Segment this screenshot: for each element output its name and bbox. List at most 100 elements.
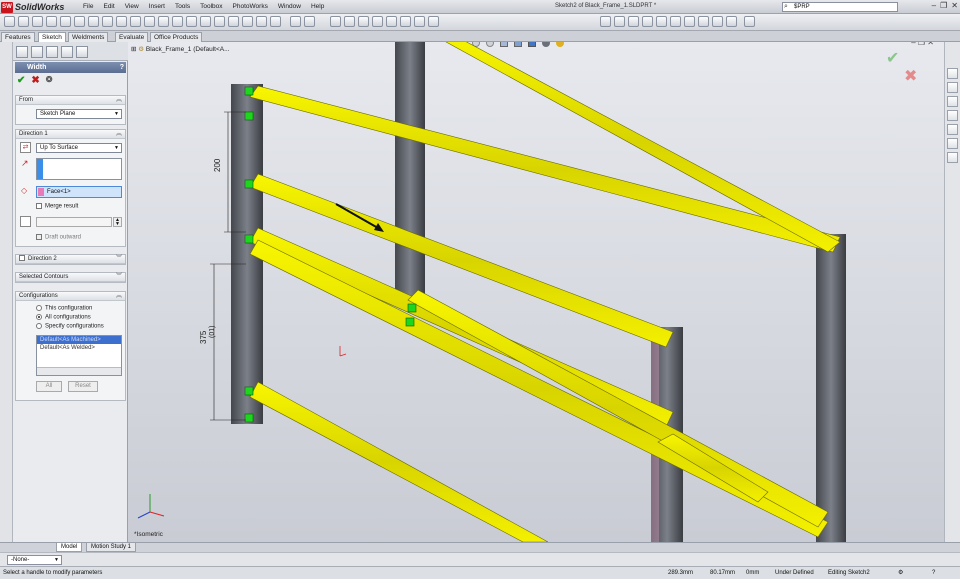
draft-outward-checkbox[interactable]: Draft outward bbox=[36, 234, 81, 241]
collapse-icon[interactable]: ︽ bbox=[116, 130, 122, 139]
radio-this-configuration[interactable]: This configuration bbox=[36, 305, 92, 312]
spline-icon[interactable] bbox=[74, 16, 85, 27]
rectangle-icon[interactable] bbox=[32, 16, 43, 27]
dimxpert-icon[interactable] bbox=[61, 46, 73, 58]
handle[interactable] bbox=[244, 234, 254, 244]
search-input[interactable]: ⌕ $PRP bbox=[782, 2, 898, 12]
menu-edit[interactable]: Edit bbox=[98, 2, 119, 12]
search-icon[interactable] bbox=[947, 110, 958, 121]
print-icon[interactable] bbox=[372, 16, 383, 27]
point-icon[interactable] bbox=[88, 16, 99, 27]
help-icon[interactable]: ? bbox=[120, 62, 124, 73]
zoom-area-icon[interactable] bbox=[628, 16, 639, 27]
3d-sketch-icon[interactable] bbox=[304, 16, 315, 27]
radio-specify-configurations[interactable]: Specify configurations bbox=[36, 323, 104, 330]
wireframe-icon[interactable] bbox=[670, 16, 681, 27]
tab-sketch[interactable]: Sketch bbox=[38, 32, 66, 42]
reset-button[interactable]: Reset bbox=[68, 381, 98, 392]
undo-icon[interactable] bbox=[386, 16, 397, 27]
tab-model[interactable]: Model bbox=[56, 543, 83, 552]
dimension-200[interactable]: 200 bbox=[213, 158, 222, 172]
all-button[interactable]: All bbox=[36, 381, 62, 392]
graphics-area[interactable]: ⊞ ⚙ Black_Frame_1 (Default<A... – ❐ ✕ ✔ … bbox=[128, 42, 944, 542]
pattern-icon[interactable] bbox=[172, 16, 183, 27]
line-icon[interactable] bbox=[18, 16, 29, 27]
zoom-fit-icon[interactable] bbox=[614, 16, 625, 27]
menu-tools[interactable]: Tools bbox=[170, 2, 195, 12]
end-condition-select[interactable]: Up To Surface ▼ bbox=[36, 143, 122, 153]
trim-icon[interactable] bbox=[158, 16, 169, 27]
sketch-icon[interactable] bbox=[290, 16, 301, 27]
rail-6[interactable] bbox=[249, 381, 549, 542]
menu-help[interactable]: Help bbox=[306, 2, 329, 12]
direction-selection-box[interactable] bbox=[36, 158, 122, 180]
horizontal-scrollbar[interactable] bbox=[37, 367, 121, 375]
from-select[interactable]: Sketch Plane ▼ bbox=[36, 109, 122, 119]
display-manager-icon[interactable] bbox=[76, 46, 88, 58]
post-far-right[interactable] bbox=[816, 234, 846, 542]
menu-view[interactable]: View bbox=[120, 2, 144, 12]
cancel-button[interactable]: ✖ bbox=[31, 75, 39, 86]
units-icon[interactable]: ⚙ bbox=[898, 567, 903, 579]
select-icon[interactable] bbox=[744, 16, 755, 27]
rebuild-icon[interactable] bbox=[414, 16, 425, 27]
restore-icon[interactable]: ❐ bbox=[940, 1, 947, 10]
menu-window[interactable]: Window bbox=[273, 2, 306, 12]
selected-contours-header[interactable]: Selected Contours ︾ bbox=[16, 273, 125, 282]
reverse-direction-icon[interactable]: ⇄ bbox=[20, 142, 31, 153]
feature-manager-icon[interactable] bbox=[16, 46, 28, 58]
shaded-icon[interactable] bbox=[698, 16, 709, 27]
handle[interactable] bbox=[244, 413, 254, 423]
tab-motion-study[interactable]: Motion Study 1 bbox=[86, 543, 137, 552]
text-icon[interactable] bbox=[228, 16, 239, 27]
tab-evaluate[interactable]: Evaluate bbox=[115, 32, 149, 42]
list-item[interactable]: Default<As Machined> bbox=[37, 336, 121, 344]
handle[interactable] bbox=[244, 111, 254, 121]
rotate-icon[interactable] bbox=[642, 16, 653, 27]
merge-result-checkbox[interactable]: Merge result bbox=[36, 203, 78, 210]
collapse-icon[interactable]: ︽ bbox=[116, 96, 122, 105]
minimize-icon[interactable]: – bbox=[932, 1, 936, 10]
close-icon[interactable]: ✕ bbox=[951, 1, 958, 10]
draft-angle-input[interactable] bbox=[36, 217, 112, 227]
configuration-select[interactable]: -None- ▼ bbox=[7, 555, 62, 565]
open-icon[interactable] bbox=[344, 16, 355, 27]
expand-icon[interactable]: ︾ bbox=[116, 273, 122, 282]
help-icon[interactable]: ? bbox=[932, 567, 935, 579]
collapse-icon[interactable]: ︽ bbox=[116, 292, 122, 301]
repair-icon[interactable] bbox=[214, 16, 225, 27]
pan-icon[interactable] bbox=[656, 16, 667, 27]
shaded-edges-icon[interactable] bbox=[712, 16, 723, 27]
handle[interactable] bbox=[244, 179, 254, 189]
plane-icon[interactable] bbox=[242, 16, 253, 27]
tab-office-products[interactable]: Office Products bbox=[150, 32, 203, 42]
file-explorer-icon[interactable] bbox=[947, 96, 958, 107]
checkbox[interactable] bbox=[19, 255, 25, 262]
ok-button[interactable]: ✔ bbox=[17, 75, 25, 86]
solidworks-resources-icon[interactable] bbox=[947, 68, 958, 79]
appearances-icon[interactable] bbox=[947, 138, 958, 149]
expand-icon[interactable]: ︾ bbox=[116, 255, 122, 264]
smart-dimension-icon[interactable] bbox=[4, 16, 15, 27]
menu-toolbox[interactable]: Toolbox bbox=[195, 2, 227, 12]
redo-icon[interactable] bbox=[400, 16, 411, 27]
spin-stepper[interactable]: ▲ ▼ bbox=[113, 217, 122, 227]
tab-weldments[interactable]: Weldments bbox=[68, 32, 109, 42]
options-icon[interactable] bbox=[428, 16, 439, 27]
detailed-preview-icon[interactable]: ❂ bbox=[46, 75, 53, 86]
arc-icon[interactable] bbox=[60, 16, 71, 27]
relations-icon[interactable] bbox=[200, 16, 211, 27]
face-selection-box[interactable]: Face<1> bbox=[36, 186, 122, 198]
section-view-icon[interactable] bbox=[726, 16, 737, 27]
offset-icon[interactable] bbox=[130, 16, 141, 27]
centerline-icon[interactable] bbox=[102, 16, 113, 27]
menu-insert[interactable]: Insert bbox=[144, 2, 170, 12]
handle[interactable] bbox=[407, 303, 417, 313]
list-item[interactable]: Default<As Welded> bbox=[37, 344, 121, 352]
move-icon[interactable] bbox=[186, 16, 197, 27]
view-palette-icon[interactable] bbox=[947, 124, 958, 135]
direction2-header[interactable]: Direction 2 ︾ bbox=[16, 255, 125, 264]
draft-icon[interactable] bbox=[20, 216, 31, 227]
property-manager-icon[interactable] bbox=[31, 46, 43, 58]
new-icon[interactable] bbox=[330, 16, 341, 27]
